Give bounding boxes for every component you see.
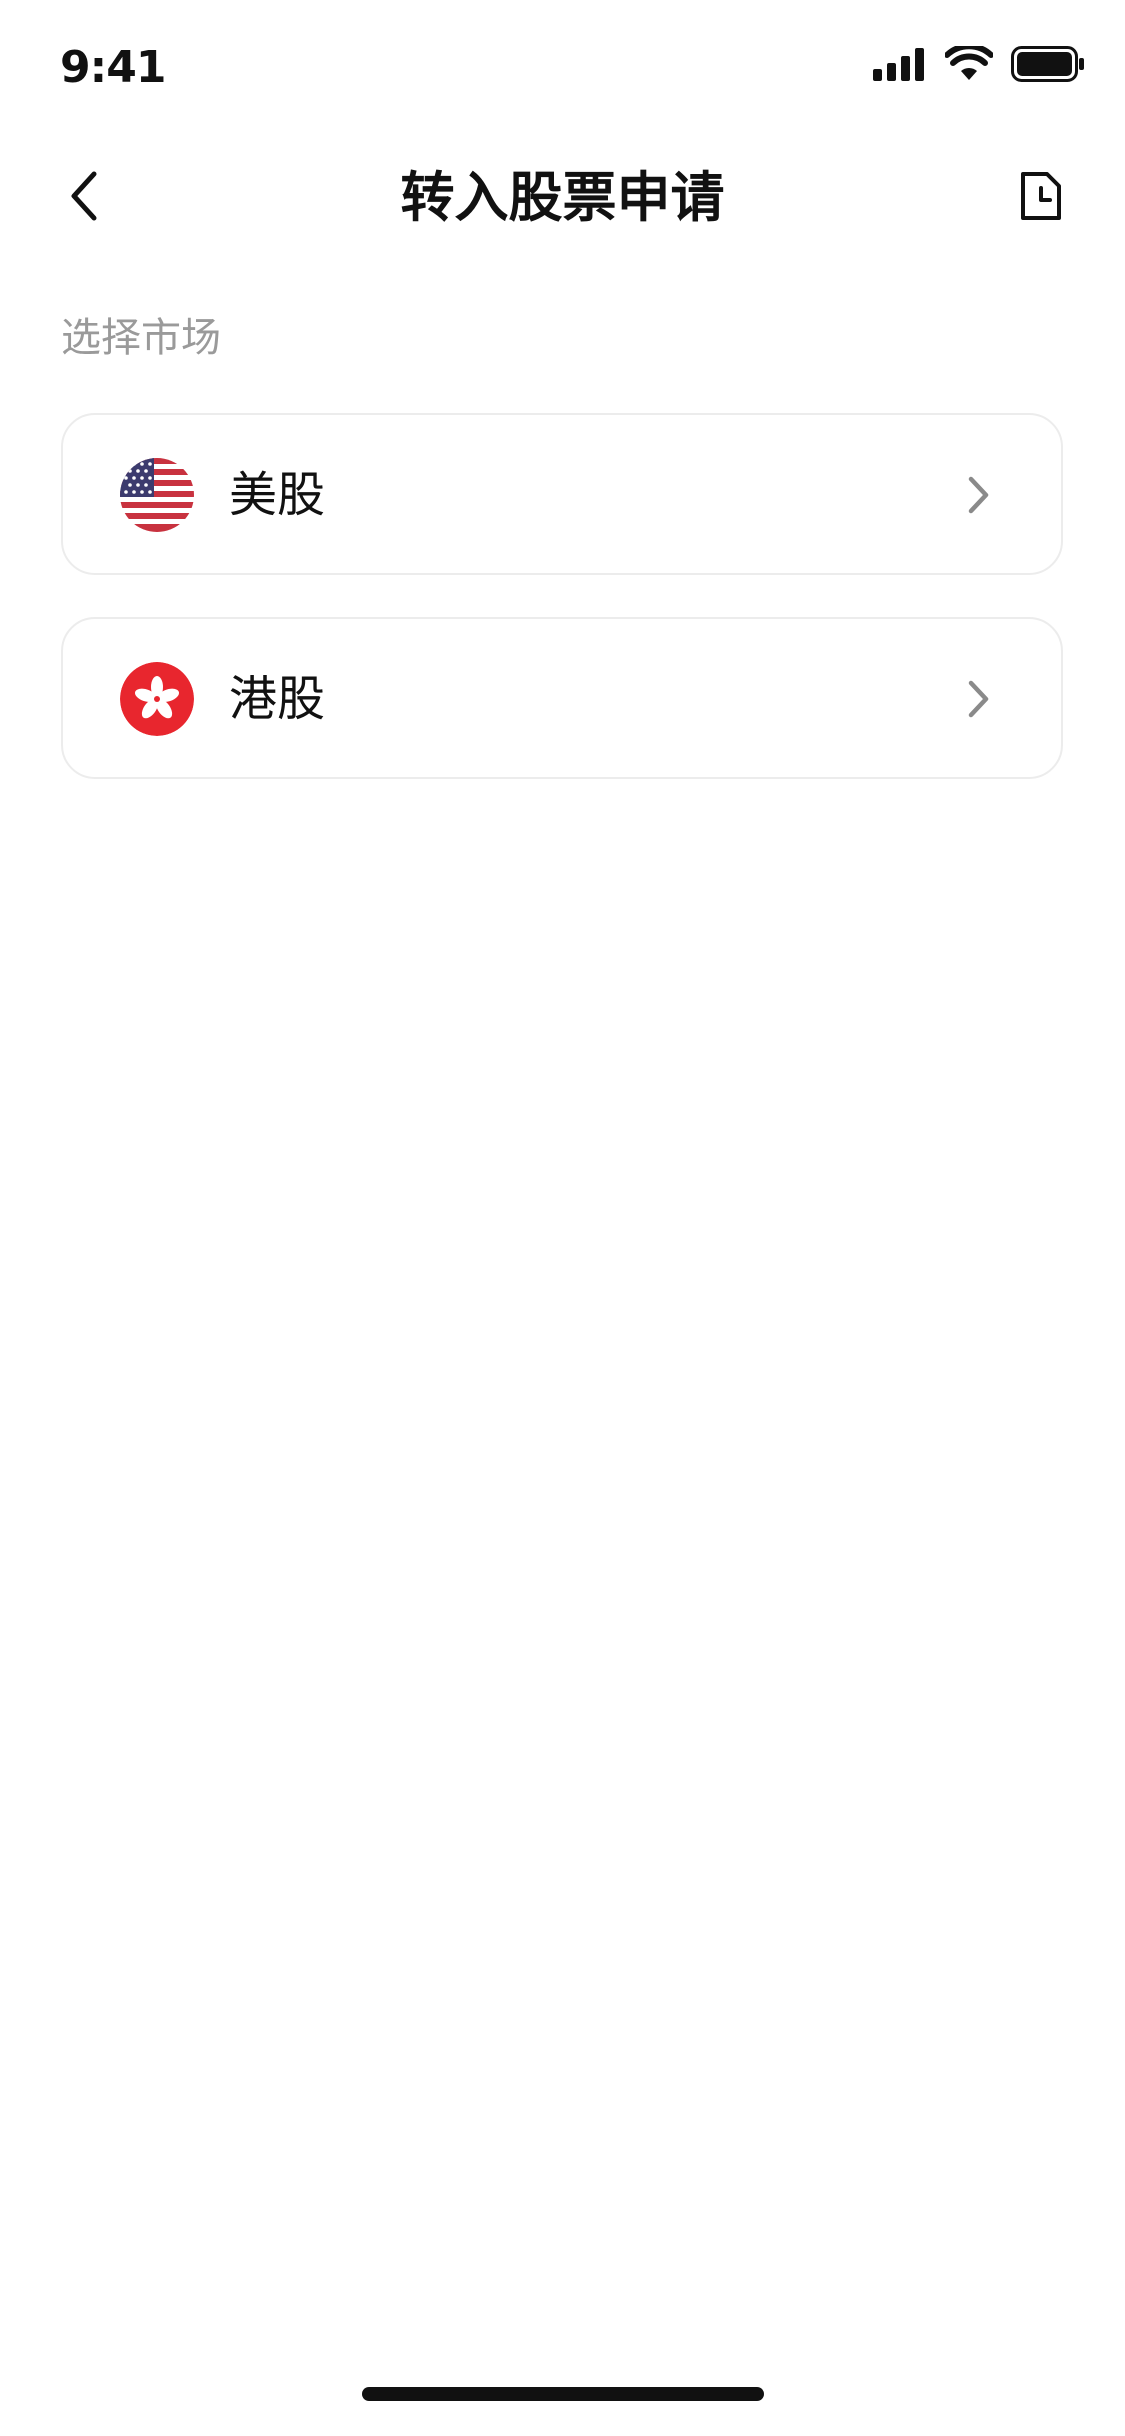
wifi-icon	[944, 43, 994, 86]
document-clock-icon	[1019, 170, 1063, 226]
status-icons	[873, 43, 1085, 86]
market-name-us: 美股	[229, 467, 326, 523]
market-name-hk: 港股	[229, 671, 326, 727]
market-card-us[interactable]: 美股	[61, 413, 1063, 575]
chevron-right-icon	[959, 471, 999, 519]
market-card-hk[interactable]: 港股	[61, 617, 1063, 779]
home-indicator[interactable]	[362, 2387, 764, 2401]
battery-icon	[1011, 46, 1085, 86]
status-bar: 9:41	[0, 0, 1125, 132]
status-time: 9:41	[60, 42, 166, 93]
page-title: 转入股票申请	[400, 166, 725, 229]
cellular-signal-icon	[873, 47, 927, 85]
nav-bar: 转入股票申请	[0, 132, 1125, 264]
us-flag-icon	[120, 458, 194, 532]
section-label: 选择市场	[61, 315, 221, 361]
chevron-right-icon	[959, 675, 999, 723]
hk-flag-icon	[120, 662, 194, 736]
history-button[interactable]	[1005, 162, 1077, 234]
